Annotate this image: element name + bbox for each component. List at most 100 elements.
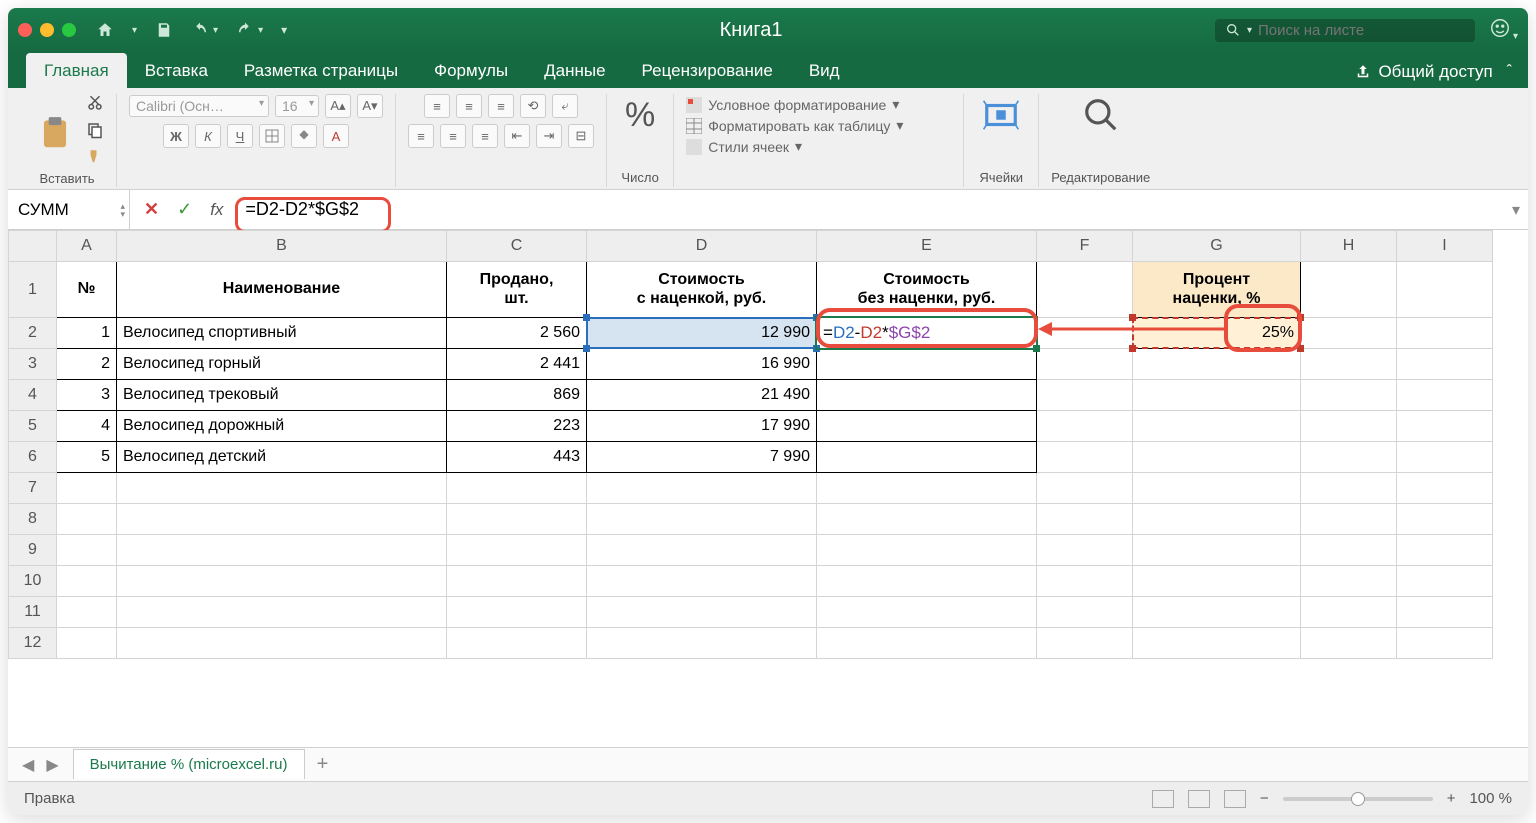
cell[interactable] [1037, 380, 1133, 411]
cell[interactable] [1301, 566, 1397, 597]
worksheet-grid[interactable]: A B C D E F G H I 1 № Наименование Прода… [8, 230, 1528, 747]
cell[interactable] [587, 566, 817, 597]
save-icon[interactable] [155, 21, 173, 39]
col-header-B[interactable]: B [117, 231, 447, 262]
cancel-formula-button[interactable]: ✕ [144, 199, 159, 220]
col-header-H[interactable]: H [1301, 231, 1397, 262]
cell[interactable] [1397, 597, 1493, 628]
fill-color-button[interactable] [291, 124, 317, 148]
view-page-break-button[interactable] [1224, 790, 1246, 808]
cell[interactable]: 3 [57, 380, 117, 411]
cell-C2[interactable]: 2 560 [447, 318, 587, 349]
decrease-font-button[interactable]: A▾ [357, 94, 383, 118]
zoom-window[interactable] [62, 23, 76, 37]
view-page-layout-button[interactable] [1188, 790, 1210, 808]
wrap-text-button[interactable]: ⤶ [552, 94, 578, 118]
cell[interactable] [1301, 380, 1397, 411]
cell[interactable]: 21 490 [587, 380, 817, 411]
cell[interactable]: 2 [57, 349, 117, 380]
cell[interactable] [447, 566, 587, 597]
cell[interactable] [587, 504, 817, 535]
row-header[interactable]: 2 [9, 318, 57, 349]
fx-button[interactable]: fx [210, 200, 223, 220]
cell[interactable] [1397, 411, 1493, 442]
header-cost-nomarkup[interactable]: Стоимость без наценки, руб. [817, 262, 1037, 318]
row-header[interactable]: 3 [9, 349, 57, 380]
cell[interactable] [1037, 566, 1133, 597]
cell[interactable] [117, 628, 447, 659]
cell[interactable] [1037, 535, 1133, 566]
format-painter-icon[interactable] [86, 148, 104, 171]
cell[interactable] [1397, 262, 1493, 318]
cells-button[interactable] [976, 94, 1026, 136]
paste-button[interactable] [30, 112, 80, 154]
cell-B2[interactable]: Велосипед спортивный [117, 318, 447, 349]
cell[interactable] [1397, 318, 1493, 349]
col-header-E[interactable]: E [817, 231, 1037, 262]
orientation-button[interactable]: ⟲ [520, 94, 546, 118]
col-header-D[interactable]: D [587, 231, 817, 262]
cell[interactable]: 4 [57, 411, 117, 442]
cell[interactable] [1133, 504, 1301, 535]
cell[interactable]: 869 [447, 380, 587, 411]
add-sheet-button[interactable]: + [305, 753, 341, 776]
cell[interactable] [1133, 566, 1301, 597]
cell[interactable]: Велосипед горный [117, 349, 447, 380]
cell[interactable] [1301, 597, 1397, 628]
accept-formula-button[interactable]: ✓ [177, 199, 192, 220]
tab-insert[interactable]: Вставка [127, 53, 226, 88]
tab-review[interactable]: Рецензирование [624, 53, 791, 88]
zoom-level[interactable]: 100 % [1469, 790, 1512, 807]
cell[interactable]: 17 990 [587, 411, 817, 442]
cell[interactable] [817, 597, 1037, 628]
align-center-button[interactable]: ≡ [440, 124, 466, 148]
cell[interactable] [587, 597, 817, 628]
cell[interactable] [1397, 628, 1493, 659]
font-size-select[interactable]: 16 [275, 95, 319, 117]
increase-font-button[interactable]: A▴ [325, 94, 351, 118]
cell[interactable] [1133, 473, 1301, 504]
header-no[interactable]: № [57, 262, 117, 318]
cell[interactable] [817, 504, 1037, 535]
cell[interactable] [1301, 628, 1397, 659]
row-header[interactable]: 4 [9, 380, 57, 411]
close-window[interactable] [18, 23, 32, 37]
col-header-I[interactable]: I [1397, 231, 1493, 262]
cell[interactable] [117, 535, 447, 566]
cell[interactable]: 223 [447, 411, 587, 442]
cell[interactable] [57, 504, 117, 535]
cell[interactable] [817, 442, 1037, 473]
cell[interactable] [1037, 349, 1133, 380]
cell[interactable] [117, 504, 447, 535]
merge-button[interactable]: ⊟ [568, 124, 594, 148]
cell[interactable] [447, 504, 587, 535]
row-header[interactable]: 7 [9, 473, 57, 504]
row-header[interactable]: 1 [9, 262, 57, 318]
collapse-ribbon-icon[interactable]: ˆ [1507, 63, 1512, 81]
tab-formulas[interactable]: Формулы [416, 53, 526, 88]
feedback-icon[interactable]: ▾ [1489, 17, 1518, 44]
cell[interactable] [1301, 411, 1397, 442]
cell[interactable] [587, 473, 817, 504]
minimize-window[interactable] [40, 23, 54, 37]
cell[interactable] [1301, 318, 1397, 349]
cell[interactable] [587, 628, 817, 659]
row-header[interactable]: 11 [9, 597, 57, 628]
cell[interactable] [1301, 535, 1397, 566]
search-box[interactable]: ▾ [1215, 19, 1475, 42]
cell[interactable] [1397, 504, 1493, 535]
cell[interactable] [117, 566, 447, 597]
select-all-corner[interactable] [9, 231, 57, 262]
home-icon[interactable] [96, 21, 114, 39]
header-sold[interactable]: Продано, шт. [447, 262, 587, 318]
cell[interactable] [1397, 442, 1493, 473]
cell[interactable]: Велосипед детский [117, 442, 447, 473]
col-header-G[interactable]: G [1133, 231, 1301, 262]
header-name[interactable]: Наименование [117, 262, 447, 318]
zoom-out-button[interactable]: − [1260, 790, 1269, 807]
cell[interactable] [1133, 411, 1301, 442]
name-box[interactable]: СУММ ▴▾ [8, 190, 130, 229]
cell[interactable] [1301, 473, 1397, 504]
cell[interactable]: 443 [447, 442, 587, 473]
align-left-button[interactable]: ≡ [408, 124, 434, 148]
